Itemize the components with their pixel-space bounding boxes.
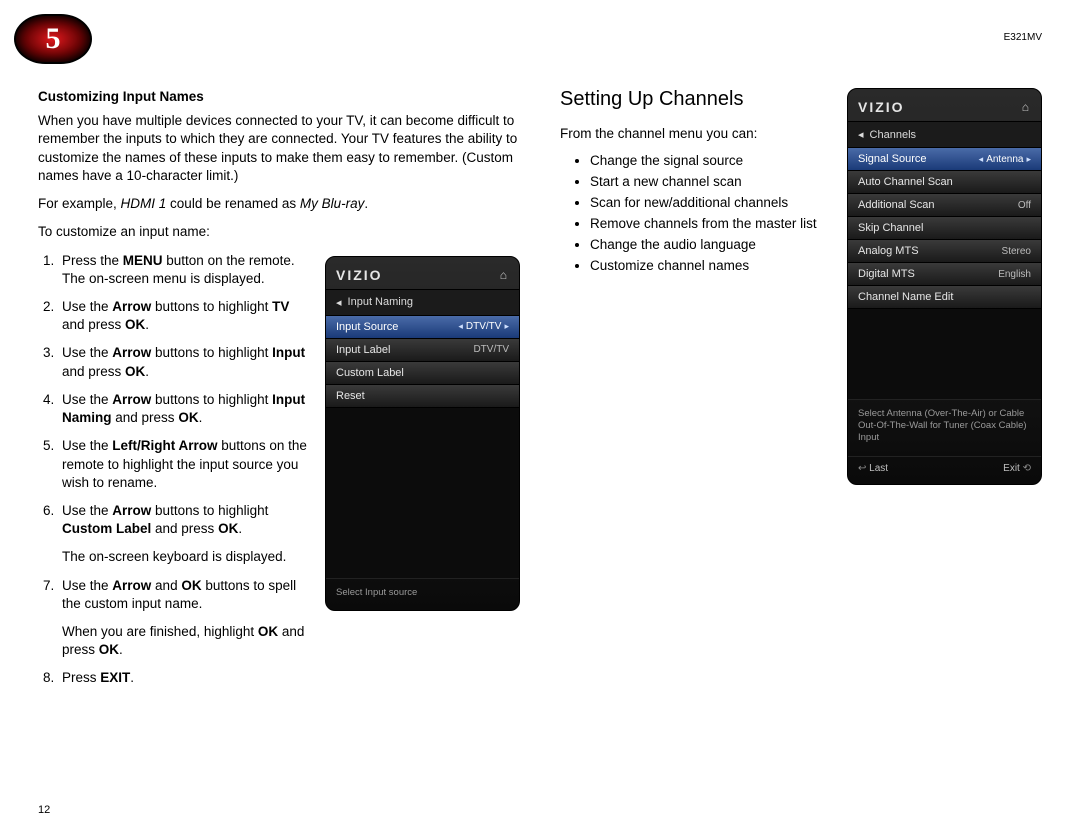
tv1-breadcrumb: ◂ Input Naming bbox=[326, 289, 519, 316]
step-5: Use the Left/Right Arrow buttons on the … bbox=[58, 437, 307, 492]
right-bullets: Change the signal source Start a new cha… bbox=[590, 153, 829, 273]
left-heading: Customizing Input Names bbox=[38, 88, 520, 106]
chapter-number: 5 bbox=[46, 22, 61, 56]
back-arrow-icon: ◂ bbox=[858, 128, 864, 141]
tv1-brand: VIZIO bbox=[336, 267, 383, 283]
tv-menu-input-naming: VIZIO ⌂ ◂ Input Naming Input Source DTV/… bbox=[325, 256, 520, 612]
tv1-row-reset: Reset bbox=[326, 385, 519, 408]
right-heading: Setting Up Channels bbox=[560, 88, 829, 111]
step-4: Use the Arrow buttons to highlight Input… bbox=[58, 391, 307, 427]
tv1-row-custom-label: Custom Label bbox=[326, 362, 519, 385]
bullet: Remove channels from the master list bbox=[590, 216, 829, 231]
home-icon: ⌂ bbox=[500, 268, 509, 282]
tv2-row-additional-scan: Additional ScanOff bbox=[848, 194, 1041, 217]
page-number: 12 bbox=[38, 804, 50, 816]
chapter-badge: 5 bbox=[14, 14, 92, 64]
step-6: Use the Arrow buttons to highlight Custo… bbox=[58, 502, 307, 567]
tv1-hint: Select Input source bbox=[326, 578, 519, 611]
tv2-hint: Select Antenna (Over-The-Air) or Cable O… bbox=[848, 399, 1041, 456]
tv2-brand: VIZIO bbox=[858, 99, 905, 115]
tv2-row-digital-mts: Digital MTSEnglish bbox=[848, 263, 1041, 286]
tv2-row-channel-name-edit: Channel Name Edit bbox=[848, 286, 1041, 309]
back-arrow-icon: ◂ bbox=[336, 296, 342, 309]
left-example: For example, HDMI 1 could be renamed as … bbox=[38, 195, 520, 213]
steps-list: Press the MENU button on the remote. The… bbox=[58, 252, 307, 688]
tv2-row-signal-source: Signal Source Antenna bbox=[848, 148, 1041, 171]
left-to-customize: To customize an input name: bbox=[38, 223, 520, 241]
exit-icon: ⟲ bbox=[1023, 463, 1031, 474]
bullet: Scan for new/additional channels bbox=[590, 195, 829, 210]
right-intro: From the channel menu you can: bbox=[560, 125, 829, 143]
return-icon: ↩ bbox=[858, 463, 866, 474]
model-number: E321MV bbox=[1004, 32, 1042, 43]
tv2-footer: ↩ Last Exit ⟲ bbox=[848, 456, 1041, 484]
tv2-row-skip-channel: Skip Channel bbox=[848, 217, 1041, 240]
step-3: Use the Arrow buttons to highlight Input… bbox=[58, 344, 307, 380]
bullet: Change the audio language bbox=[590, 237, 829, 252]
step-8: Press EXIT. bbox=[58, 669, 307, 687]
bullet: Change the signal source bbox=[590, 153, 829, 168]
step-2: Use the Arrow buttons to highlight TV an… bbox=[58, 298, 307, 334]
home-icon: ⌂ bbox=[1022, 100, 1031, 114]
step-7: Use the Arrow and OK buttons to spell th… bbox=[58, 577, 307, 660]
step-1: Press the MENU button on the remote. The… bbox=[58, 252, 307, 288]
bullet: Start a new channel scan bbox=[590, 174, 829, 189]
tv1-row-input-source: Input Source DTV/TV bbox=[326, 316, 519, 339]
tv2-breadcrumb: ◂ Channels bbox=[848, 121, 1041, 148]
tv-menu-channels: VIZIO ⌂ ◂ Channels Signal Source Antenna… bbox=[847, 88, 1042, 485]
tv2-row-analog-mts: Analog MTSStereo bbox=[848, 240, 1041, 263]
bullet: Customize channel names bbox=[590, 258, 829, 273]
tv2-row-auto-scan: Auto Channel Scan bbox=[848, 171, 1041, 194]
left-intro: When you have multiple devices connected… bbox=[38, 112, 520, 185]
tv1-row-input-label: Input Label DTV/TV bbox=[326, 339, 519, 362]
